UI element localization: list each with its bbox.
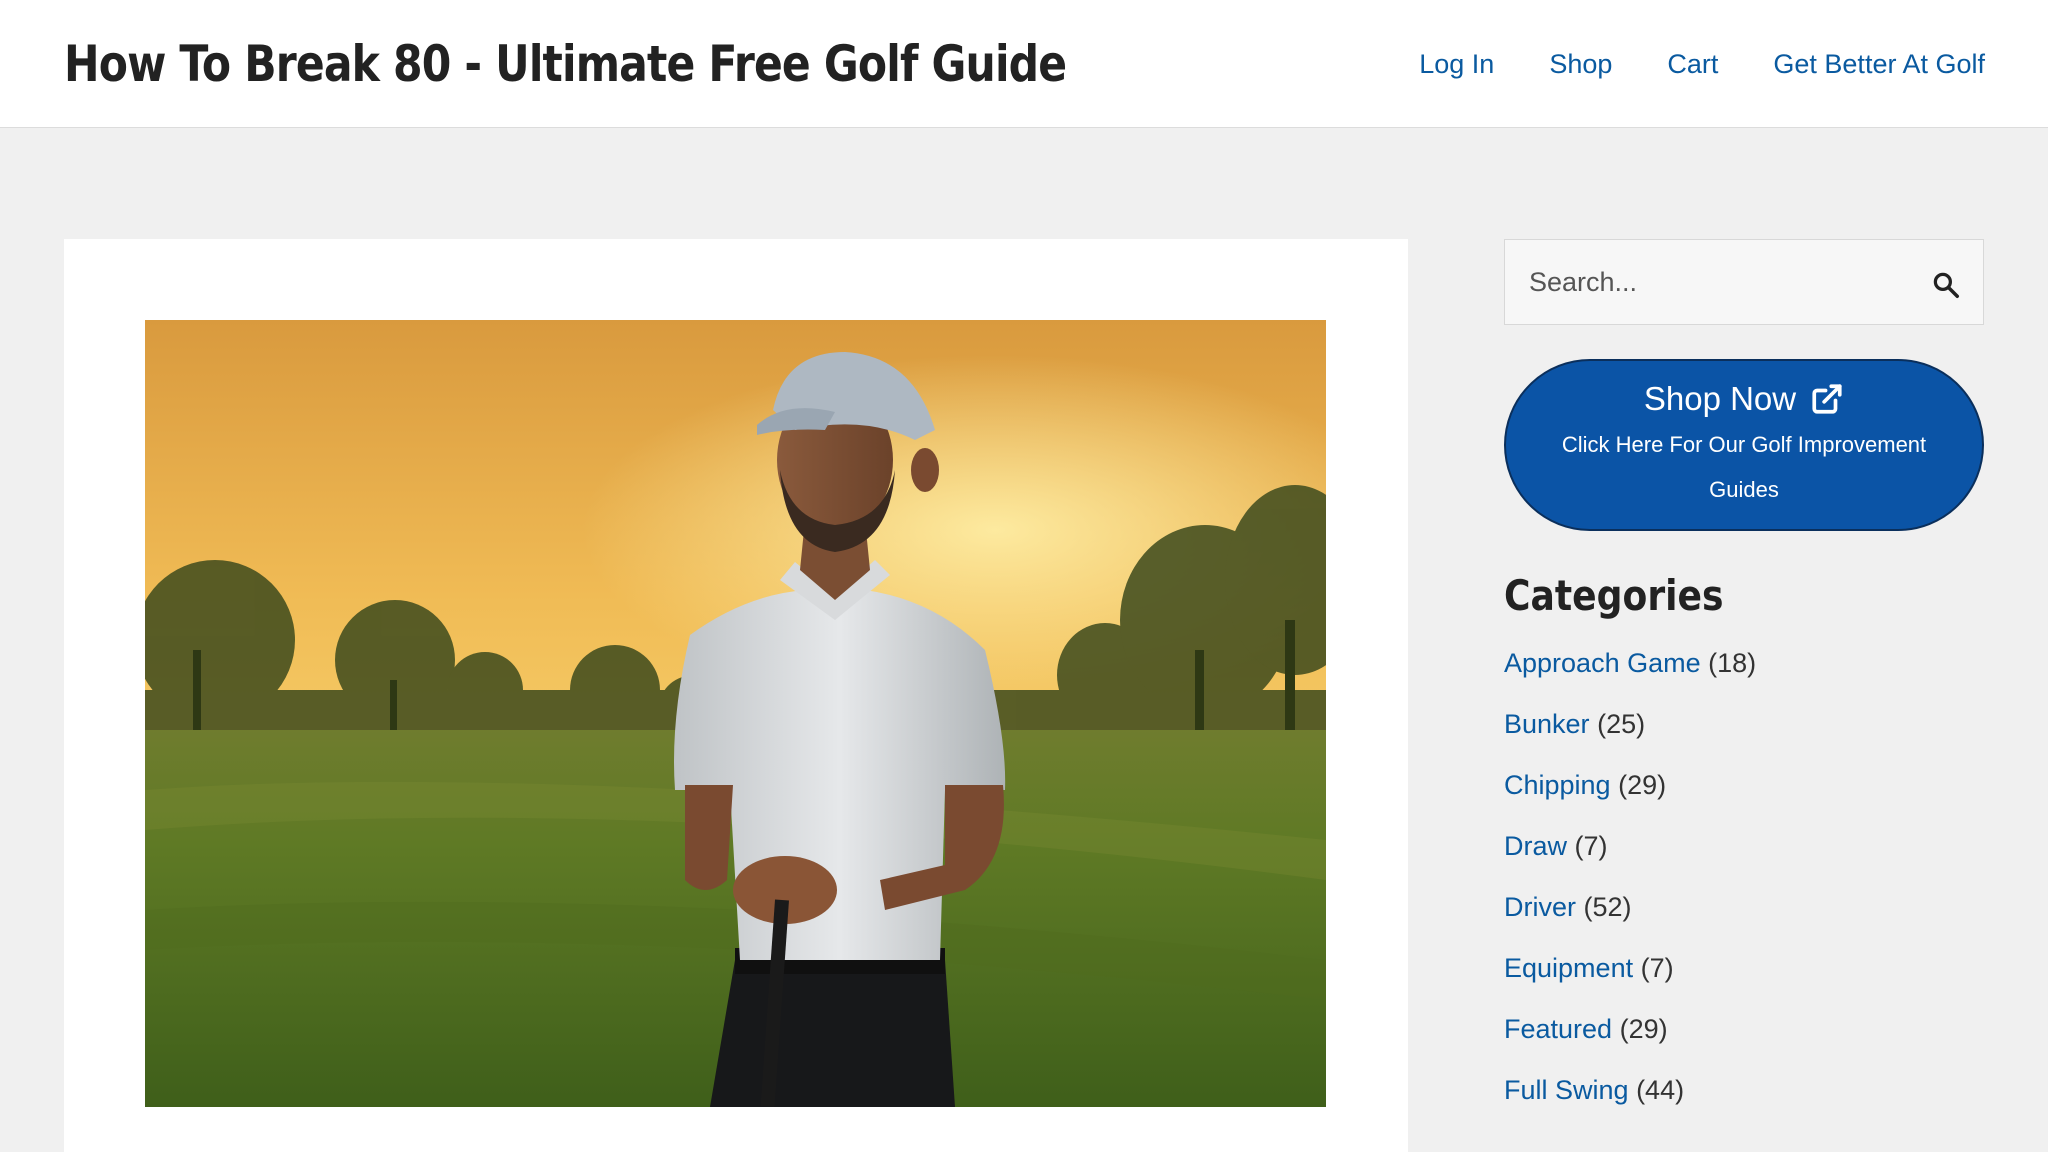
nav-login-link[interactable]: Log In [1419,40,1494,88]
category-item: Featured (29) [1504,1004,1756,1065]
shop-now-title: Shop Now [1643,380,1797,417]
category-item: Draw (7) [1504,821,1756,882]
category-item: Bunker (25) [1504,699,1756,760]
shop-now-title-row: Shop Now [1506,377,1982,421]
featured-image [145,320,1326,1107]
external-link-icon [1812,384,1842,414]
category-link-driver[interactable]: Driver [1504,892,1576,922]
shop-now-subtitle: Click Here For Our Golf Improvement Guid… [1561,432,1927,502]
site-header: How To Break 80 - Ultimate Free Golf Gui… [0,0,2048,128]
category-link-approach-game[interactable]: Approach Game [1504,648,1701,678]
category-item: Driver (52) [1504,882,1756,943]
sidebar: Shop Now Click Here For Our Golf Improve… [1504,239,1984,1105]
category-count: (52) [1583,892,1632,922]
category-link-bunker[interactable]: Bunker [1504,709,1590,739]
shop-now-button[interactable]: Shop Now Click Here For Our Golf Improve… [1504,359,1984,531]
category-link-featured[interactable]: Featured [1504,1014,1612,1044]
search-input[interactable] [1505,240,1905,324]
main-nav: Log In Shop Cart Get Better At Golf [1419,40,1985,88]
category-list: Approach Game (18) Bunker (25) Chipping … [1504,638,1756,1126]
search-form [1504,239,1984,325]
category-count: (29) [1619,1014,1668,1044]
category-item: Equipment (7) [1504,943,1756,1004]
site-title[interactable]: How To Break 80 - Ultimate Free Golf Gui… [64,32,1067,96]
category-link-equipment[interactable]: Equipment [1504,953,1633,983]
categories-heading: Categories [1504,571,1724,620]
category-link-draw[interactable]: Draw [1504,831,1567,861]
category-count: (29) [1618,770,1667,800]
category-item: Full Swing (44) [1504,1065,1756,1126]
category-link-chipping[interactable]: Chipping [1504,770,1611,800]
category-count: (7) [1574,831,1608,861]
nav-shop-link[interactable]: Shop [1549,40,1612,88]
category-count: (18) [1708,648,1757,678]
category-count: (7) [1640,953,1674,983]
category-item: Chipping (29) [1504,760,1756,821]
nav-get-better-link[interactable]: Get Better At Golf [1773,40,1985,88]
content-card [64,239,1408,1152]
category-count: (44) [1636,1075,1685,1105]
nav-cart-link[interactable]: Cart [1667,40,1718,88]
category-item: Approach Game (18) [1504,638,1756,699]
category-link-full-swing[interactable]: Full Swing [1504,1075,1629,1105]
search-icon[interactable] [1931,270,1961,300]
category-count: (25) [1597,709,1646,739]
